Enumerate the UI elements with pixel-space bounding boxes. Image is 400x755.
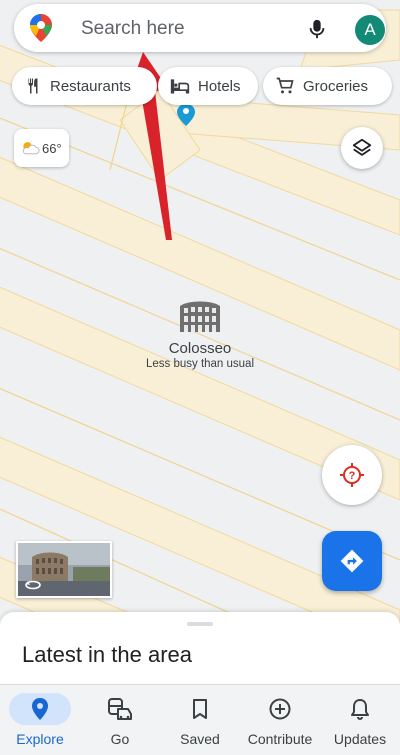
- svg-text:?: ?: [349, 470, 356, 482]
- poi-name: Colosseo: [168, 340, 232, 357]
- street-view-thumbnail[interactable]: [16, 541, 112, 598]
- commute-icon: [108, 698, 132, 720]
- cart-icon: [276, 77, 294, 94]
- add-circle-icon: [269, 698, 291, 720]
- nav-icon-container: [89, 693, 151, 725]
- colosseum-icon: [180, 301, 220, 332]
- chip-label: Groceries: [303, 77, 369, 95]
- nav-label: Saved: [180, 731, 220, 747]
- sheet-title: Latest in the area: [22, 642, 193, 667]
- partly-cloudy-icon: [22, 142, 40, 155]
- nav-label: Go: [110, 731, 130, 747]
- avatar[interactable]: A: [355, 15, 385, 45]
- bottom-sheet[interactable]: Latest in the area: [0, 612, 400, 687]
- nav-updates[interactable]: Updates: [320, 685, 400, 755]
- bell-icon: [351, 699, 369, 720]
- nav-contribute[interactable]: Contribute: [240, 685, 320, 755]
- nav-label: Explore: [16, 731, 64, 747]
- location-pin-icon: [32, 698, 48, 720]
- layers-icon: [352, 138, 372, 156]
- search-bar[interactable]: Search here A: [14, 4, 386, 52]
- nav-go[interactable]: Go: [80, 685, 160, 755]
- fork-knife-icon: [28, 78, 38, 94]
- weather-temp: 66°: [42, 140, 62, 156]
- search-input[interactable]: Search here: [81, 18, 185, 40]
- nav-icon-container: [329, 693, 391, 725]
- bottom-navigation: Explore Go Saved Contribute Updates: [0, 684, 400, 755]
- rotate-360-icon: [25, 580, 41, 590]
- chip-hotels[interactable]: Hotels: [158, 67, 258, 105]
- bookmark-icon: [193, 699, 207, 719]
- nav-explore[interactable]: Explore: [0, 685, 80, 755]
- maps-logo-icon: [30, 14, 52, 42]
- sheet-drag-handle[interactable]: [187, 622, 213, 626]
- my-location-button[interactable]: ?: [322, 445, 382, 505]
- directions-icon: [340, 549, 364, 573]
- poi-subtitle: Less busy than usual: [145, 358, 255, 370]
- bed-icon: [170, 79, 190, 94]
- weather-widget[interactable]: 66°: [14, 129, 69, 167]
- chip-restaurants[interactable]: Restaurants: [12, 67, 157, 105]
- maps-screen: Search here A Restaurants Hotels Groceri…: [0, 0, 400, 755]
- chip-groceries[interactable]: Groceries: [263, 67, 392, 105]
- poi-colosseo[interactable]: Colosseo Less busy than usual: [130, 298, 270, 370]
- directions-button[interactable]: [322, 531, 382, 591]
- nav-label: Contribute: [247, 731, 313, 747]
- chip-label: Restaurants: [50, 77, 131, 95]
- nav-label: Updates: [333, 731, 387, 747]
- layers-button[interactable]: [341, 127, 383, 169]
- location-target-icon: ?: [340, 463, 364, 487]
- nav-icon-container: [169, 693, 231, 725]
- mic-icon[interactable]: [306, 18, 328, 40]
- nav-icon-container: [249, 693, 311, 725]
- nav-icon-container: [9, 693, 71, 725]
- nav-saved[interactable]: Saved: [160, 685, 240, 755]
- chip-label: Hotels: [198, 77, 241, 95]
